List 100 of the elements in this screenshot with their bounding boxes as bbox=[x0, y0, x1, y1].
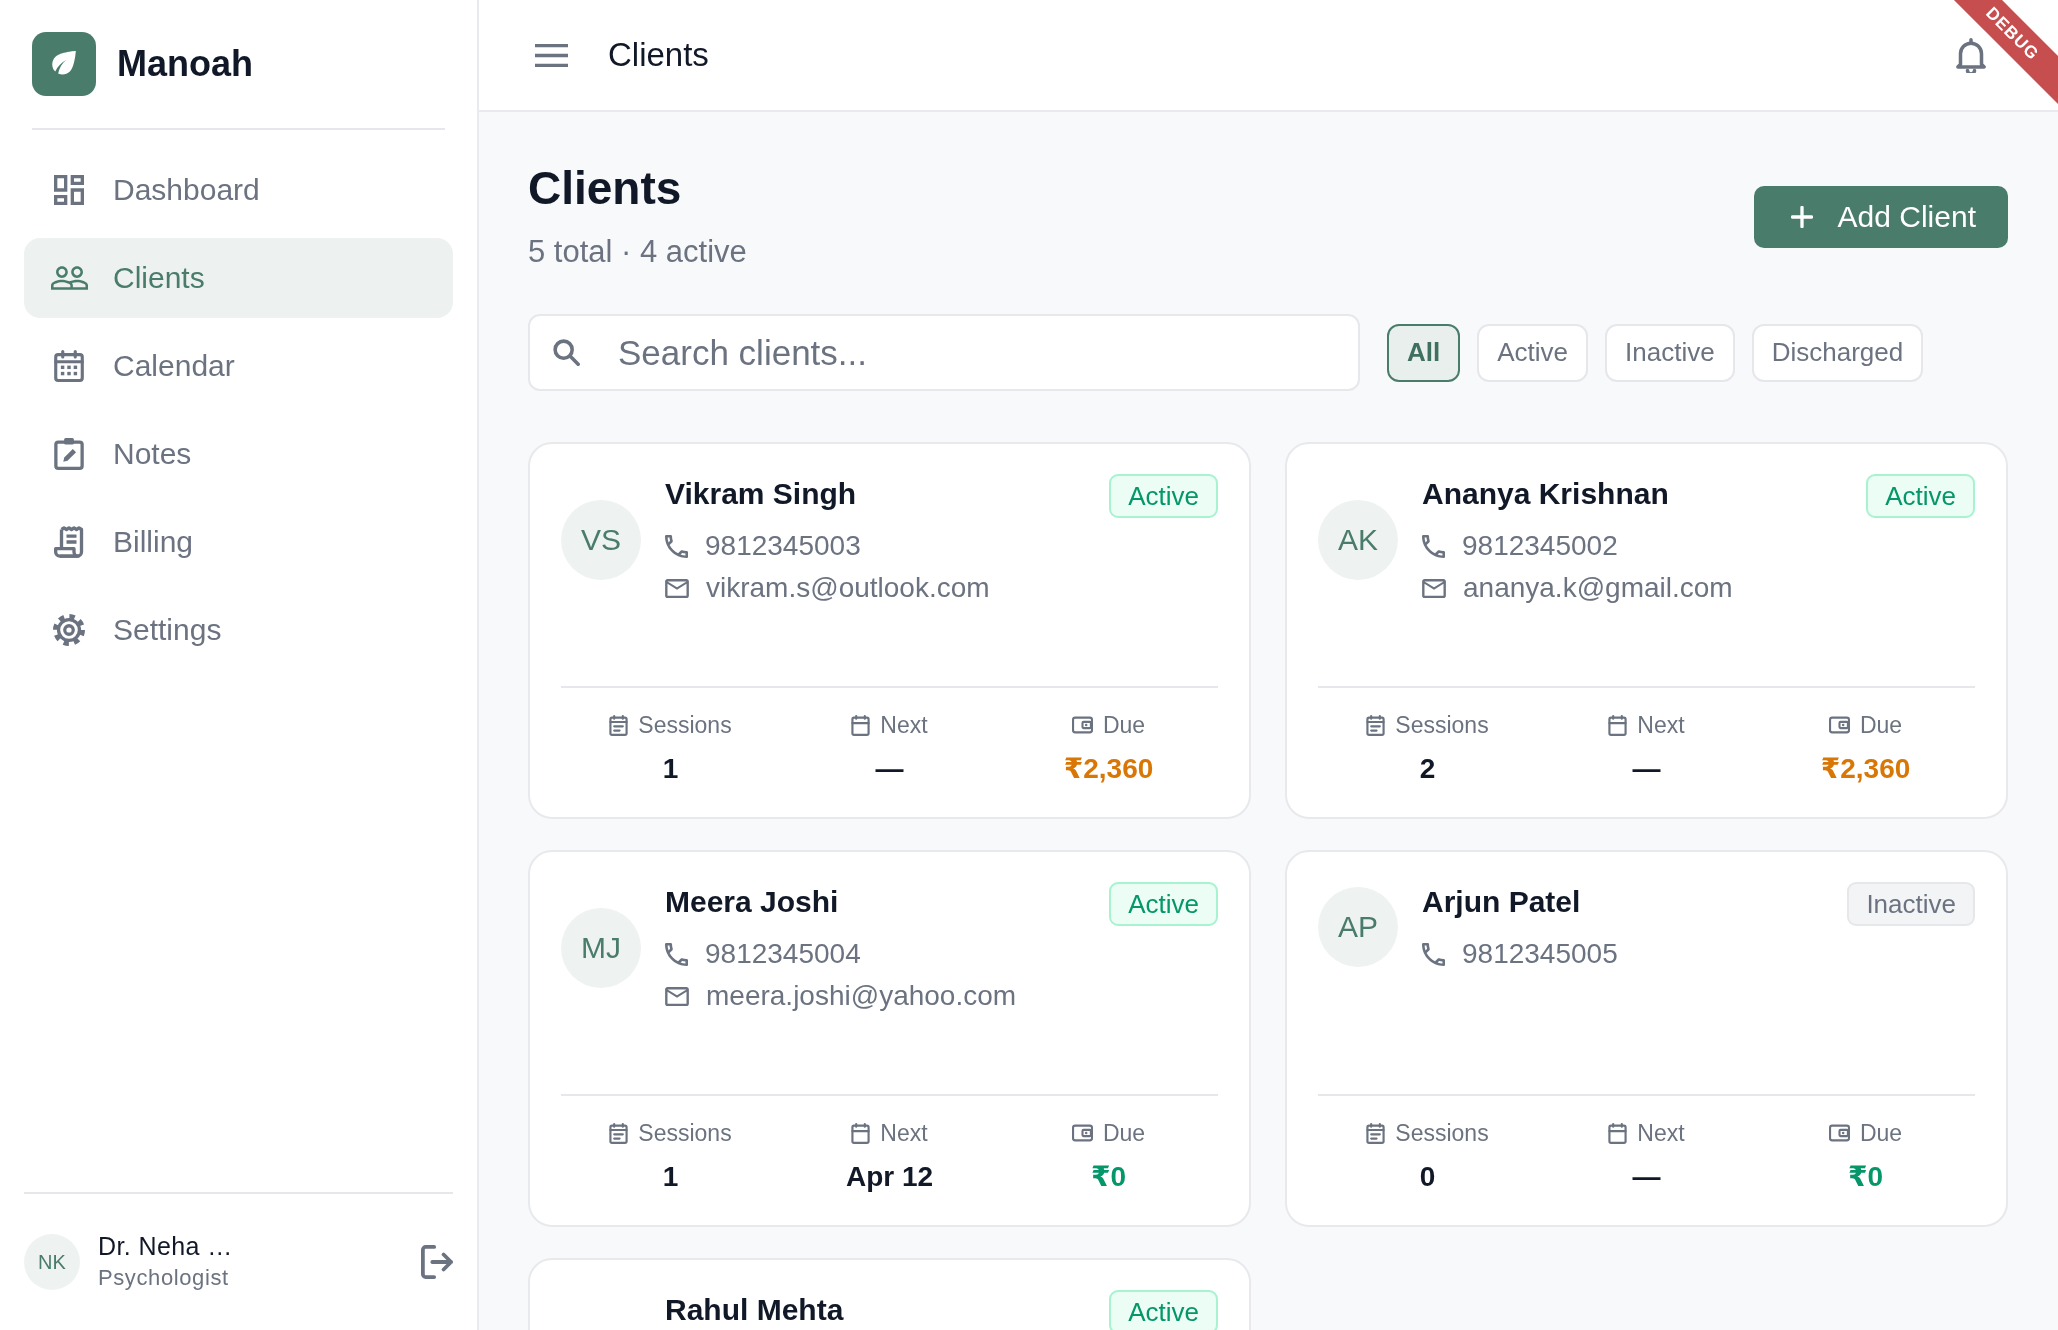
user-role: Psychologist bbox=[98, 1264, 229, 1292]
calendar-list-icon bbox=[609, 1122, 629, 1144]
client-name: Ananya Krishnan bbox=[1422, 476, 1669, 512]
mail-icon bbox=[1422, 578, 1446, 598]
logout-icon bbox=[421, 1245, 453, 1279]
status-badge: Active bbox=[1109, 474, 1218, 518]
nav-item[interactable]: Billing bbox=[24, 502, 453, 582]
client-name: Vikram Singh bbox=[665, 476, 857, 512]
dashboard-icon bbox=[54, 175, 84, 205]
top-bar-title: Clients bbox=[608, 36, 709, 74]
calendar-list-icon bbox=[1366, 1122, 1386, 1144]
filter-chip[interactable]: Active bbox=[1477, 323, 1589, 382]
stat-value: ₹2,360 bbox=[1820, 752, 1911, 786]
stat-label: Next bbox=[1637, 711, 1685, 740]
gear-icon bbox=[53, 614, 85, 646]
client-email: meera.joshi@yahoo.com bbox=[706, 979, 1017, 1013]
wallet-icon bbox=[1071, 1124, 1093, 1142]
calendar-icon bbox=[851, 714, 871, 736]
client-name: Rahul Mehta bbox=[665, 1292, 844, 1328]
nav-item[interactable]: Notes bbox=[24, 414, 453, 494]
menu-button[interactable] bbox=[535, 43, 568, 67]
page-subtitle: 5 total · 4 active bbox=[528, 234, 747, 270]
user-avatar: NK bbox=[24, 1234, 80, 1290]
client-card[interactable]: MJ Meera Joshi 9812345004 meera.joshi@yahoo.com Active Sessions 1 Next Apr 12 Due ₹0 bbox=[528, 850, 1251, 1227]
stat-label: Sessions bbox=[638, 1119, 732, 1148]
menu-icon bbox=[535, 43, 568, 67]
client-phone: 9812345005 bbox=[1462, 937, 1618, 971]
stat-value: ₹0 bbox=[1090, 1160, 1127, 1194]
stat-label: Sessions bbox=[1395, 711, 1489, 740]
logout-button[interactable] bbox=[421, 1245, 453, 1279]
search-field[interactable]: Search clients... bbox=[528, 314, 1360, 391]
user-name: Dr. Neha … bbox=[98, 1231, 233, 1262]
add-client-button[interactable]: Add Client bbox=[1753, 186, 2008, 248]
wallet-icon bbox=[1828, 716, 1850, 734]
stat-label: Sessions bbox=[638, 711, 732, 740]
phone-icon bbox=[1422, 942, 1445, 966]
client-card[interactable]: AK Ananya Krishnan 9812345002 ananya.k@gmail.com Active Sessions 2 Next — Due ₹2,360 bbox=[1285, 442, 2008, 819]
calendar-icon bbox=[54, 350, 84, 382]
stat-label: Next bbox=[1637, 1119, 1685, 1148]
nav-item[interactable]: Settings bbox=[24, 590, 453, 670]
client-avatar: VS bbox=[561, 500, 641, 580]
status-badge: Active bbox=[1866, 474, 1975, 518]
filter-chip[interactable]: All bbox=[1387, 323, 1461, 382]
client-card[interactable]: Rahul Mehta Active bbox=[528, 1258, 1251, 1330]
stat-label: Next bbox=[880, 711, 928, 740]
phone-icon bbox=[665, 942, 688, 966]
calendar-icon bbox=[1608, 1122, 1628, 1144]
brand-name: Manoah bbox=[117, 43, 253, 85]
stat-value: 0 bbox=[1419, 1160, 1436, 1194]
stat-label: Due bbox=[1102, 1119, 1146, 1148]
stat-value: 1 bbox=[662, 752, 679, 786]
stat-label: Sessions bbox=[1395, 1119, 1489, 1148]
search-icon bbox=[553, 339, 580, 366]
filter-chip[interactable]: Discharged bbox=[1751, 323, 1924, 382]
stat-value: — bbox=[1632, 1160, 1661, 1194]
calendar-list-icon bbox=[1366, 714, 1386, 736]
leaf-logo-icon bbox=[32, 32, 96, 96]
wallet-icon bbox=[1828, 1124, 1850, 1142]
client-phone: 9812345003 bbox=[705, 529, 861, 563]
calendar-icon bbox=[1608, 714, 1628, 736]
nav-item[interactable]: Calendar bbox=[24, 326, 453, 406]
stat-label: Next bbox=[880, 1119, 928, 1148]
mail-icon bbox=[665, 578, 689, 598]
stat-value: 2 bbox=[1419, 752, 1436, 786]
stat-label: Due bbox=[1859, 1119, 1903, 1148]
bell-icon bbox=[1956, 37, 1986, 73]
client-avatar: MJ bbox=[561, 908, 641, 988]
clipboard-pencil-icon bbox=[54, 438, 84, 470]
phone-icon bbox=[1422, 534, 1445, 558]
phone-icon bbox=[665, 534, 688, 558]
filter-chip[interactable]: Inactive bbox=[1605, 323, 1735, 382]
calendar-list-icon bbox=[609, 714, 629, 736]
status-badge: Inactive bbox=[1847, 882, 1975, 926]
people-icon bbox=[50, 266, 88, 290]
client-card[interactable]: AP Arjun Patel 9812345005 Inactive Sessions 0 Next — Due ₹0 bbox=[1285, 850, 2008, 1227]
client-name: Arjun Patel bbox=[1422, 884, 1581, 920]
stat-value: Apr 12 bbox=[845, 1160, 934, 1194]
client-email: ananya.k@gmail.com bbox=[1463, 571, 1733, 605]
notifications-button[interactable] bbox=[1956, 37, 1986, 73]
stat-value: 1 bbox=[662, 1160, 679, 1194]
client-phone: 9812345004 bbox=[705, 937, 861, 971]
stat-value: ₹0 bbox=[1847, 1160, 1884, 1194]
stat-value: — bbox=[875, 752, 904, 786]
mail-icon bbox=[665, 986, 689, 1006]
stat-value: — bbox=[1632, 752, 1661, 786]
nav-item[interactable]: Dashboard bbox=[24, 150, 453, 230]
client-avatar: AP bbox=[1318, 887, 1398, 967]
client-email: vikram.s@outlook.com bbox=[706, 571, 990, 605]
stat-label: Due bbox=[1859, 711, 1903, 740]
client-name: Meera Joshi bbox=[665, 884, 839, 920]
page-title: Clients bbox=[528, 161, 683, 216]
nav-item[interactable]: Clients bbox=[24, 238, 453, 318]
status-badge: Active bbox=[1109, 882, 1218, 926]
calendar-icon bbox=[851, 1122, 871, 1144]
client-avatar: AK bbox=[1318, 500, 1398, 580]
client-card[interactable]: VS Vikram Singh 9812345003 vikram.s@outlook.com Active Sessions 1 Next — Due ₹2,360 bbox=[528, 442, 1251, 819]
status-badge: Active bbox=[1109, 1290, 1218, 1330]
stat-value: ₹2,360 bbox=[1063, 752, 1154, 786]
wallet-icon bbox=[1071, 716, 1093, 734]
stat-label: Due bbox=[1102, 711, 1146, 740]
